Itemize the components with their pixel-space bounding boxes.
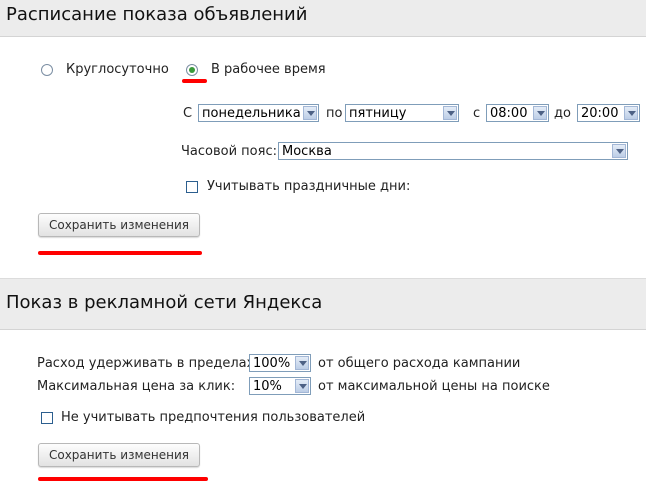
schedule-title: Расписание показа объявлений: [6, 4, 308, 25]
network-save-button[interactable]: Сохранить изменения: [38, 443, 200, 467]
schedule-section-header: Расписание показа объявлений: [0, 0, 646, 37]
max-price-suffix: от максимальной цены на поиске: [318, 379, 550, 394]
chevron-down-icon: [295, 356, 309, 370]
ignore-prefs-label[interactable]: Не учитывать предпочтения пользователей: [61, 410, 365, 425]
radio-work-time[interactable]: [186, 64, 198, 76]
holidays-checkbox[interactable]: [186, 181, 198, 193]
to-day-label: по: [326, 106, 343, 121]
radio-round-clock[interactable]: [41, 64, 53, 76]
from-time-value: 08:00: [490, 106, 528, 121]
chevron-down-icon: [612, 144, 626, 158]
timezone-value: Москва: [282, 144, 332, 159]
timezone-select[interactable]: Москва: [278, 142, 628, 160]
spend-label: Расход удерживать в пределах:: [37, 356, 259, 371]
network-section-header: Показ в рекламной сети Яндекса: [0, 278, 646, 330]
ignore-prefs-checkbox[interactable]: [41, 412, 53, 424]
highlight-underline: [38, 477, 208, 481]
schedule-save-button[interactable]: Сохранить изменения: [38, 213, 200, 237]
from-time-label: с: [473, 106, 481, 121]
highlight-underline: [182, 79, 207, 83]
to-time-value: 20:00: [581, 106, 619, 121]
chevron-down-icon: [303, 106, 317, 120]
highlight-underline: [38, 251, 202, 255]
network-title: Показ в рекламной сети Яндекса: [6, 292, 323, 313]
to-time-label: до: [554, 106, 571, 121]
radio-work-time-label[interactable]: В рабочее время: [211, 62, 326, 77]
chevron-down-icon: [295, 379, 309, 393]
max-price-select[interactable]: 10%: [249, 377, 311, 395]
holidays-label[interactable]: Учитывать праздничные дни:: [207, 179, 410, 194]
to-time-select[interactable]: 20:00: [577, 104, 640, 122]
spend-select[interactable]: 100%: [249, 354, 311, 372]
to-day-value: пятницу: [349, 106, 407, 121]
from-day-label: С: [183, 106, 193, 121]
max-price-value: 10%: [253, 379, 282, 394]
spend-value: 100%: [253, 356, 291, 371]
from-day-value: понедельника: [202, 106, 301, 121]
timezone-label: Часовой пояс:: [181, 144, 277, 159]
spend-suffix: от общего расхода кампании: [318, 356, 521, 371]
chevron-down-icon: [443, 106, 457, 120]
to-day-select[interactable]: пятницу: [345, 104, 459, 122]
chevron-down-icon: [533, 106, 547, 120]
max-price-label: Максимальная цена за клик:: [37, 379, 236, 394]
from-day-select[interactable]: понедельника: [198, 104, 319, 122]
from-time-select[interactable]: 08:00: [486, 104, 549, 122]
chevron-down-icon: [624, 106, 638, 120]
radio-round-clock-label[interactable]: Круглосуточно: [66, 62, 169, 77]
